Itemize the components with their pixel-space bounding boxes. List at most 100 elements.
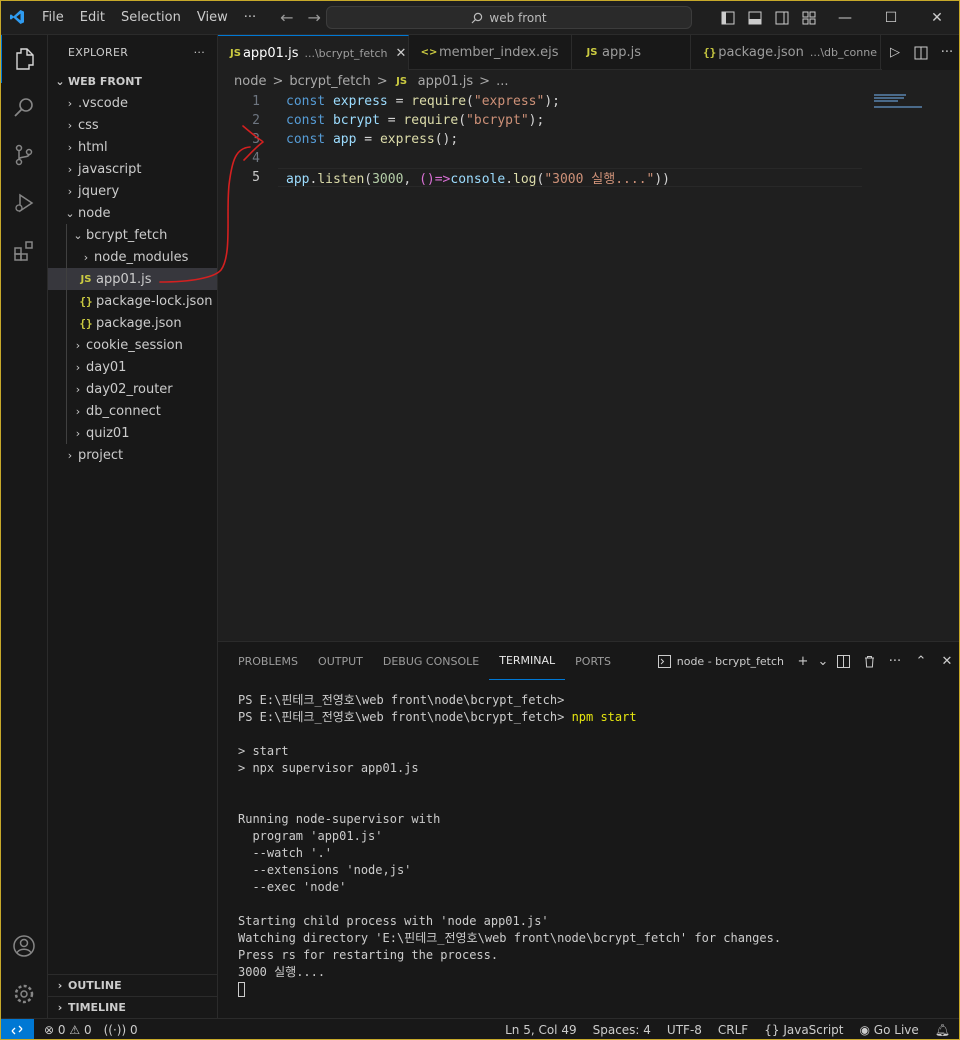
tree-item-day01[interactable]: › day01 [48, 356, 217, 378]
go-live-button[interactable]: ◉ Go Live [859, 1023, 918, 1037]
tree-item-jquery[interactable]: › jquery [48, 180, 217, 202]
cursor-position[interactable]: Ln 5, Col 49 [505, 1023, 577, 1037]
indent-guide [66, 290, 67, 312]
forward-arrow-icon[interactable]: → [308, 8, 321, 27]
new-terminal-plus-icon[interactable]: + [790, 654, 816, 669]
close-icon[interactable]: ✕ [396, 46, 407, 61]
json-file-icon: {} [703, 46, 717, 59]
tree-item-app01-js[interactable]: JS app01.js [48, 268, 217, 290]
tab-app01-js[interactable]: JS app01.js ...\bcrypt_fetch ✕ [218, 35, 409, 70]
tab-package-json[interactable]: {} package.json ...\db_conne [691, 35, 881, 70]
source-control-icon[interactable] [0, 131, 48, 179]
remote-indicator-icon[interactable] [0, 1018, 34, 1040]
close-panel-icon[interactable]: ✕ [934, 654, 960, 669]
toggle-primary-sidebar-icon[interactable] [714, 11, 741, 25]
code-editor[interactable]: 1 const express = require("express"); 2 … [218, 92, 960, 640]
maximize-panel-chevron-up-icon[interactable]: ⌃ [908, 654, 934, 669]
tab-debug-console[interactable]: DEBUG CONSOLE [373, 642, 489, 680]
toggle-panel-icon[interactable] [741, 11, 768, 25]
terminal-selector[interactable]: node - bcrypt_fetch [657, 654, 784, 668]
code-line-4[interactable]: 4 [218, 149, 260, 168]
more-actions-icon[interactable]: ··· [882, 654, 908, 669]
indentation[interactable]: Spaces: 4 [593, 1023, 651, 1037]
minimap[interactable] [870, 92, 960, 640]
tree-item-css[interactable]: › css [48, 114, 217, 136]
terminal-icon [657, 654, 671, 668]
menu-selection[interactable]: Selection [113, 10, 189, 25]
terminal-dropdown-chevron-icon[interactable]: ⌄ [816, 654, 830, 669]
tree-item-node-modules[interactable]: › node_modules [48, 246, 217, 268]
tab-member-index-ejs[interactable]: <> member_index.ejs [409, 35, 572, 70]
menu-view[interactable]: View [189, 10, 236, 25]
trash-icon[interactable] [856, 655, 882, 668]
menu-more[interactable]: ··· [236, 10, 264, 25]
tree-item-project[interactable]: › project [48, 444, 217, 466]
breadcrumb-separator: > [272, 73, 284, 89]
search-activity-icon[interactable] [0, 83, 48, 131]
status-bar: ⊗ 0 ⚠ 0 ((·)) 0 Ln 5, Col 49 Spaces: 4 U… [0, 1018, 960, 1040]
outline-section[interactable]: › OUTLINE [48, 974, 218, 996]
breadcrumb-node[interactable]: node [234, 74, 266, 89]
timeline-section[interactable]: › TIMELINE [48, 996, 218, 1018]
accounts-icon[interactable] [0, 922, 48, 970]
tree-item-day02-router[interactable]: › day02_router [48, 378, 217, 400]
tree-item-db-connect[interactable]: › db_connect [48, 400, 217, 422]
language-mode[interactable]: {} JavaScript [764, 1023, 843, 1037]
split-terminal-icon[interactable] [830, 654, 856, 668]
settings-gear-icon[interactable] [0, 970, 48, 1018]
notifications-bell-icon[interactable]: 🔔︎ [935, 1023, 950, 1037]
toggle-secondary-sidebar-icon[interactable] [768, 11, 795, 25]
breadcrumb-file[interactable]: app01.js [418, 74, 474, 89]
tab-terminal[interactable]: TERMINAL [489, 642, 566, 680]
terminal-line: PS E:\핀테크_전영호\web front\node\bcrypt_fetc… [238, 710, 637, 724]
tree-item-bcrypt-fetch[interactable]: ⌄ bcrypt_fetch [48, 224, 217, 246]
command-center-search[interactable]: web front [326, 6, 692, 29]
run-debug-icon[interactable] [0, 179, 48, 227]
tree-item-html[interactable]: › html [48, 136, 217, 158]
ports-status[interactable]: ((·)) 0 [104, 1023, 138, 1037]
menu-file[interactable]: File [34, 10, 72, 25]
code-line-5[interactable]: 5 app.listen(3000, ()=>console.log("3000… [218, 168, 670, 187]
js-file-icon: JS [396, 75, 408, 87]
workspace-folder-header[interactable]: ⌄ WEB FRONT [48, 70, 217, 92]
tab-problems[interactable]: PROBLEMS [228, 642, 308, 680]
tab-ports[interactable]: PORTS [565, 642, 621, 680]
encoding[interactable]: UTF-8 [667, 1023, 702, 1037]
code-line-2[interactable]: 2 const bcrypt = require("bcrypt"); [218, 111, 544, 130]
code-line-1[interactable]: 1 const express = require("express"); [218, 92, 560, 111]
tree-item-cookie-session[interactable]: › cookie_session [48, 334, 217, 356]
tree-item-label: node [78, 205, 111, 221]
back-arrow-icon[interactable]: ← [280, 8, 293, 27]
end-of-line[interactable]: CRLF [718, 1023, 748, 1037]
tab-app-js[interactable]: JS app.js [572, 35, 691, 70]
extensions-icon[interactable] [0, 227, 48, 275]
tree-item-quiz01[interactable]: › quiz01 [48, 422, 217, 444]
breadcrumb-bcrypt-fetch[interactable]: bcrypt_fetch [289, 74, 370, 89]
close-window-button[interactable]: ✕ [914, 10, 960, 26]
split-editor-icon[interactable] [908, 46, 934, 60]
indent-guide [66, 312, 67, 334]
tree-item-package-json[interactable]: {} package.json [48, 312, 217, 334]
broadcast-icon: ((·)) [103, 1022, 127, 1037]
vscode-logo-icon [0, 9, 34, 25]
tree-item-javascript[interactable]: › javascript [48, 158, 217, 180]
tree-item-package-lock-json[interactable]: {} package-lock.json [48, 290, 217, 312]
terminal-output[interactable]: PS E:\핀테크_전영호\web front\node\bcrypt_fetc… [238, 692, 781, 998]
minimize-button[interactable]: — [822, 10, 868, 26]
tree-item-node[interactable]: ⌄ node [48, 202, 217, 224]
problems-status[interactable]: ⊗ 0 ⚠ 0 [44, 1023, 92, 1037]
more-actions-icon[interactable]: ··· [934, 45, 960, 60]
chevron-down-icon: ⌄ [65, 206, 75, 220]
run-file-icon[interactable]: ▷ [882, 45, 908, 60]
maximize-button[interactable]: ☐ [868, 10, 914, 26]
customize-layout-icon[interactable] [795, 11, 822, 25]
breadcrumb-ellipsis[interactable]: ... [496, 74, 508, 89]
tab-output[interactable]: OUTPUT [308, 642, 373, 680]
menu-edit[interactable]: Edit [72, 10, 113, 25]
explorer-icon[interactable] [0, 35, 48, 83]
tree-item--vscode[interactable]: › .vscode [48, 92, 217, 114]
code-line-3[interactable]: 3 const app = express(); [218, 130, 458, 149]
js-file-icon: JS [586, 47, 598, 58]
error-count: 0 [57, 1022, 66, 1037]
explorer-more-actions[interactable]: ··· [194, 46, 205, 59]
